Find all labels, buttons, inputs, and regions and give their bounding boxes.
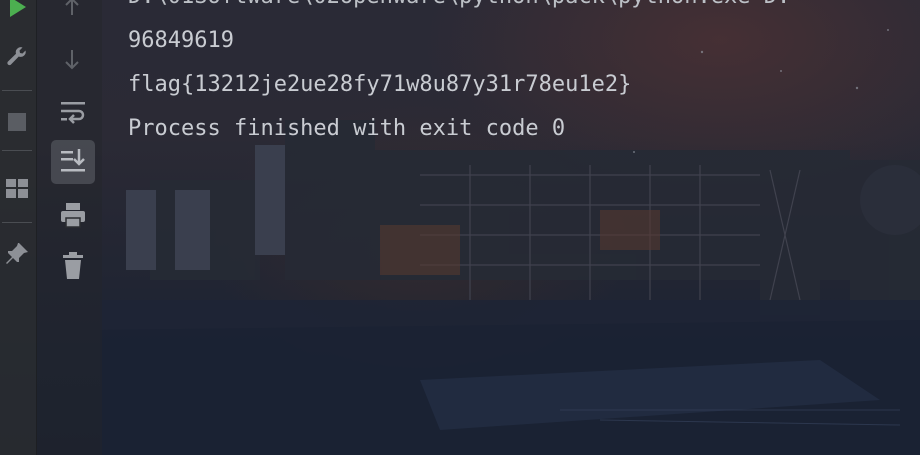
layout-icon[interactable] [4, 176, 30, 202]
toolbar-separator [2, 150, 32, 151]
console-exit-status: Process finished with exit code 0 [128, 116, 566, 141]
toolbar-separator [2, 222, 32, 223]
toolbar-separator [2, 90, 32, 91]
arrow-up-icon[interactable] [58, 0, 86, 18]
console-output-line: 96849619 [128, 28, 234, 53]
run-icon[interactable] [5, 0, 29, 20]
console-output-line: flag{13212je2ue28fy71w8u87y31r78eu1e2} [128, 72, 632, 97]
stop-icon[interactable] [5, 110, 29, 134]
pin-icon[interactable] [3, 240, 31, 268]
soft-wrap-icon[interactable] [58, 98, 88, 126]
scroll-to-end-icon[interactable] [58, 146, 88, 176]
console-output[interactable]: D:\01Software\02openware\python\pack\pyt… [128, 0, 790, 150]
console-command-line: D:\01Software\02openware\python\pack\pyt… [128, 0, 790, 9]
left-toolbar [0, 0, 37, 455]
arrow-down-icon[interactable] [58, 46, 86, 74]
wrench-icon[interactable] [4, 44, 30, 70]
trash-icon[interactable] [60, 251, 86, 281]
run-console-window: D:\01Software\02openware\python\pack\pyt… [0, 0, 920, 455]
print-icon[interactable] [58, 200, 88, 230]
